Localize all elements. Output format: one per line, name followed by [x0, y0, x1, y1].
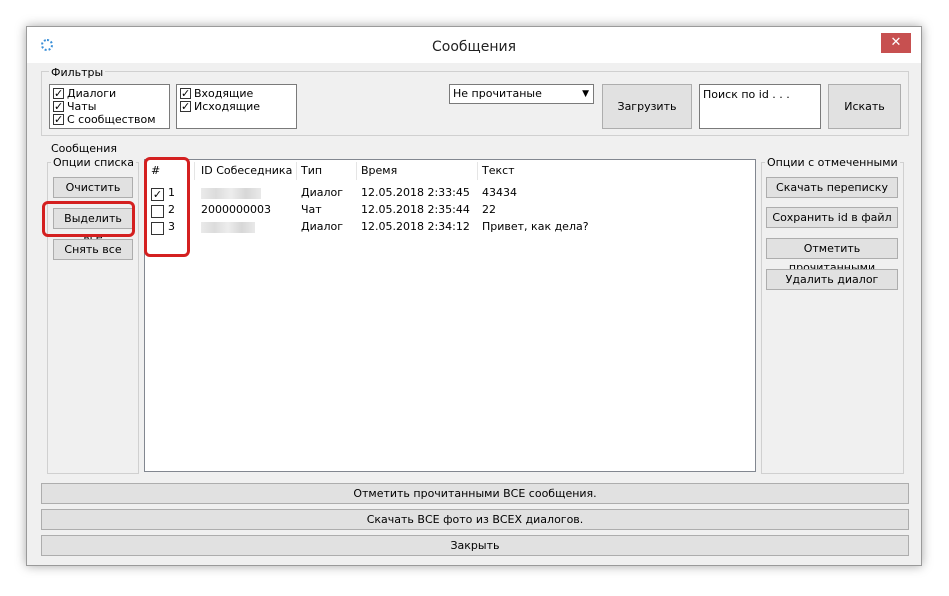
- filter-incoming-label: Входящие: [194, 87, 254, 100]
- download-chat-button[interactable]: Скачать переписку: [766, 177, 898, 198]
- row-time: 12.05.2018 2:33:45: [361, 186, 470, 199]
- save-ids-button[interactable]: Сохранить id в файл: [766, 207, 898, 228]
- filter-outgoing-label: Исходящие: [194, 100, 261, 113]
- messages-label: Сообщения: [49, 142, 120, 155]
- row-type: Диалог: [301, 186, 344, 199]
- title-bar: Сообщения ✕: [27, 27, 921, 63]
- search-button[interactable]: Искать: [828, 84, 901, 129]
- blurred-id: [201, 188, 261, 199]
- blurred-id: [201, 222, 255, 233]
- list-options-label: Опции списка: [51, 156, 136, 169]
- clear-button[interactable]: Очистить: [53, 177, 133, 198]
- filter-chats-label: Чаты: [67, 100, 97, 113]
- type-filter-box: ✓ Диалоги ✓ Чаты ✓ С сообществом: [49, 84, 170, 129]
- download-all-photos-button[interactable]: Скачать ВСЕ фото из ВСЕХ диалогов.: [41, 509, 909, 530]
- mark-all-read-button[interactable]: Отметить прочитанными ВСЕ сообщения.: [41, 483, 909, 504]
- row-id: 2000000003: [201, 203, 271, 216]
- chevron-down-icon: ▼: [582, 89, 589, 99]
- messages-list[interactable]: # ID Собеседника Тип Время Текст ✓ 1 Диа…: [144, 159, 756, 472]
- column-header-type[interactable]: Тип: [297, 162, 357, 180]
- column-header-id[interactable]: ID Собеседника: [197, 162, 297, 180]
- row-time: 12.05.2018 2:35:44: [361, 203, 470, 216]
- filter-dialogs[interactable]: ✓ Диалоги: [53, 87, 116, 100]
- highlight-checkboxes: [144, 157, 190, 257]
- checkbox[interactable]: ✓: [180, 88, 191, 99]
- load-button[interactable]: Загрузить: [602, 84, 692, 129]
- filter-dialogs-label: Диалоги: [67, 87, 117, 100]
- close-button[interactable]: Закрыть: [41, 535, 909, 556]
- mark-read-button[interactable]: Отметить прочитанными: [766, 238, 898, 274]
- status-select-value: Не прочитаные: [453, 87, 542, 100]
- messages-window: Сообщения ✕ Фильтры ✓ Диалоги ✓ Чаты ✓ С со…: [26, 26, 922, 566]
- checkbox[interactable]: ✓: [53, 88, 64, 99]
- row-time: 12.05.2018 2:34:12: [361, 220, 470, 233]
- direction-filter-box: ✓ Входящие ✓ Исходящие: [176, 84, 297, 129]
- status-select[interactable]: Не прочитаные ▼: [449, 84, 594, 104]
- filter-community-label: С сообществом: [67, 113, 156, 126]
- checkbox[interactable]: ✓: [180, 101, 191, 112]
- window-title: Сообщения: [431, 39, 516, 55]
- search-input[interactable]: Поиск по id . . .: [699, 84, 821, 129]
- filter-incoming[interactable]: ✓ Входящие: [180, 87, 253, 100]
- filter-chats[interactable]: ✓ Чаты: [53, 100, 96, 113]
- row-text: Привет, как дела?: [482, 220, 589, 233]
- row-text: 43434: [482, 186, 517, 199]
- deselect-all-button[interactable]: Снять все: [53, 239, 133, 260]
- checkbox[interactable]: ✓: [53, 101, 64, 112]
- selected-options-label: Опции с отмеченными: [765, 156, 900, 169]
- checkbox[interactable]: ✓: [53, 114, 64, 125]
- column-header-time[interactable]: Время: [357, 162, 478, 180]
- search-placeholder: Поиск по id . . .: [703, 88, 790, 101]
- row-text: 22: [482, 203, 496, 216]
- filter-community[interactable]: ✓ С сообществом: [53, 113, 156, 126]
- filter-outgoing[interactable]: ✓ Исходящие: [180, 100, 260, 113]
- close-window-button[interactable]: ✕: [881, 33, 911, 53]
- row-type: Чат: [301, 203, 322, 216]
- highlight-select-all: [42, 201, 135, 237]
- filters-label: Фильтры: [49, 66, 106, 79]
- delete-dialog-button[interactable]: Удалить диалог: [766, 269, 898, 290]
- row-type: Диалог: [301, 220, 344, 233]
- column-header-text[interactable]: Текст: [478, 162, 754, 180]
